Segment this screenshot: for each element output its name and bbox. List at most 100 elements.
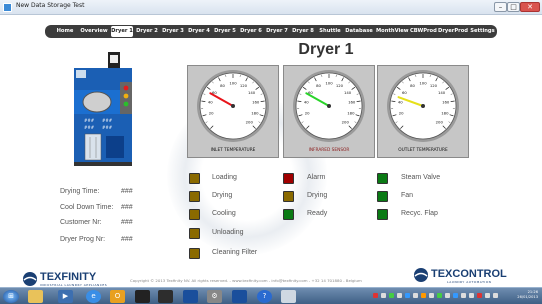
indicator-unloading-label: Unloading [212, 229, 244, 236]
outlook-icon[interactable]: O [110, 290, 125, 303]
nav-dryer-2[interactable]: Dryer 2 [136, 26, 158, 37]
explorer-icon[interactable] [28, 290, 43, 303]
taskbar-clock[interactable]: 21:26 26/01/2013 [517, 290, 538, 300]
nav-dryer-4[interactable]: Dryer 4 [188, 26, 210, 37]
tray-icon-1[interactable] [373, 293, 378, 298]
indicator-ready [283, 209, 294, 220]
indicator-cooling [189, 209, 200, 220]
indicator-steam-valve [377, 173, 388, 184]
gauge-tick-label: 140 [344, 90, 352, 95]
app-icon-2[interactable] [158, 290, 173, 303]
window-titlebar[interactable]: New Data Storage Test – □ ✕ [0, 0, 542, 15]
tray-icon-11[interactable] [453, 293, 458, 298]
indicator-cleaning-filter [189, 248, 200, 259]
gauge-label: INFRARED SENSOR [308, 148, 350, 153]
close-button[interactable]: ✕ [520, 2, 540, 12]
settings-icon[interactable]: ⚙ [207, 290, 222, 303]
cool-down-time-label: Cool Down Time: [60, 204, 114, 211]
tray-icon-10[interactable] [445, 293, 450, 298]
gauge-tick-label: 200 [436, 120, 444, 125]
indicator-cooling-label: Cooling [212, 210, 236, 217]
nav-overview[interactable]: Overview [79, 26, 109, 37]
gauge-tick-label: 160 [252, 100, 260, 105]
gauge-tick-label: 80 [410, 83, 415, 88]
tray-icon-5[interactable] [405, 293, 410, 298]
window-title: New Data Storage Test [16, 2, 85, 9]
indicator-loading [189, 173, 200, 184]
nav-dryer-7[interactable]: Dryer 7 [266, 26, 288, 37]
texcontrol-logo-subtitle: LAUNDRY AUTOMATION [447, 280, 492, 284]
nav-cbwprod[interactable]: CBWProd [410, 26, 437, 37]
gauge-inlet-temperature: 20 40 60 80 100 120 140 160 180 200 INLET TEMPERA… [187, 65, 279, 158]
gauge-tick-label: 80 [316, 83, 321, 88]
gauge-tick-label: 140 [438, 90, 446, 95]
minimize-button[interactable]: – [494, 2, 507, 12]
indicator-alarm-label: Alarm [307, 174, 326, 181]
nav-monthview[interactable]: MonthView [376, 26, 409, 37]
clock-date: 26/01/2013 [517, 295, 538, 299]
nav-dryerprod[interactable]: DryerProd [438, 26, 468, 37]
drying-time-label: Drying Time: [60, 188, 100, 195]
nav-settings[interactable]: Settings [470, 26, 495, 37]
tray-icon-4[interactable] [397, 293, 402, 298]
maximize-button[interactable]: □ [507, 2, 520, 12]
indicator-loading-label: Loading [212, 174, 237, 181]
dryer-prog-nr-value: ### [121, 236, 133, 243]
tray-icon-15[interactable] [485, 293, 490, 298]
gauge-tick-label: 200 [246, 120, 254, 125]
nav-dryer-6[interactable]: Dryer 6 [240, 26, 262, 37]
indicator-fan [377, 191, 388, 202]
app-icon [3, 3, 12, 12]
indicator-drying-2-label: Drying [307, 192, 328, 199]
gauge-tick-label: 40 [304, 100, 309, 105]
main-navigation: Home Overview Dryer 1 Dryer 2 Dryer 3 Dr… [45, 25, 497, 38]
gauge-tick-label: 160 [348, 100, 356, 105]
svg-text:###: ### [84, 118, 95, 123]
gauge-tick-label: 40 [208, 100, 213, 105]
tray-icon-2[interactable] [381, 293, 386, 298]
indicator-recyc-flap-label: Recyc. Flap [401, 210, 438, 217]
tray-icon-8[interactable] [429, 293, 434, 298]
start-button[interactable]: ⊞ [3, 290, 19, 303]
nav-database[interactable]: Database [345, 26, 373, 37]
help-icon[interactable]: ? [257, 290, 272, 303]
tray-icon-16[interactable] [493, 293, 498, 298]
app-icon-3[interactable] [183, 290, 198, 303]
gauge-hub [421, 104, 425, 108]
tray-icon-9[interactable] [437, 293, 442, 298]
app-icon-1[interactable] [135, 290, 150, 303]
customer-nr-value: ### [121, 219, 133, 226]
gauge-tick-label: 40 [398, 100, 403, 105]
nav-dryer-8[interactable]: Dryer 8 [292, 26, 314, 37]
nav-dryer-1[interactable]: Dryer 1 [111, 26, 133, 37]
gauge-hub [231, 104, 235, 108]
nav-home[interactable]: Home [53, 26, 77, 37]
page-title: Dryer 1 [298, 41, 354, 58]
tray-icon-6[interactable] [413, 293, 418, 298]
gauge-tick-label: 60 [402, 90, 407, 95]
tray-icon-12[interactable] [461, 293, 466, 298]
indicator-cleaning-filter-label: Cleaning Filter [212, 249, 258, 256]
gauge-tick-label: 180 [347, 110, 355, 115]
tray-icon-13[interactable] [469, 293, 474, 298]
nav-shuttle[interactable]: Shuttle [318, 26, 342, 37]
app-icon-4[interactable] [232, 290, 247, 303]
tray-icon-3[interactable] [389, 293, 394, 298]
browser-icon[interactable]: e [86, 290, 101, 303]
nav-dryer-3[interactable]: Dryer 3 [162, 26, 184, 37]
tray-icon-14[interactable] [477, 293, 482, 298]
gauge-tick-label: 140 [248, 90, 256, 95]
tray-icon-7[interactable] [421, 293, 426, 298]
gauge-tick-label: 20 [209, 110, 214, 115]
gauge-tick-label: 200 [342, 120, 350, 125]
copyright-text: Copyright © 2013 Texfinity NV. All right… [130, 278, 362, 283]
indicator-alarm [283, 173, 294, 184]
indicator-drying [189, 191, 200, 202]
notepad-icon[interactable] [281, 290, 296, 303]
media-player-icon[interactable]: ▶ [58, 290, 73, 303]
gauge-tick-label: 20 [399, 110, 404, 115]
gauge-tick-label: 100 [325, 80, 333, 85]
texfinity-logo-text: TEXFINITY [40, 271, 97, 283]
texfinity-logo-mark [23, 272, 37, 286]
nav-dryer-5[interactable]: Dryer 5 [214, 26, 236, 37]
